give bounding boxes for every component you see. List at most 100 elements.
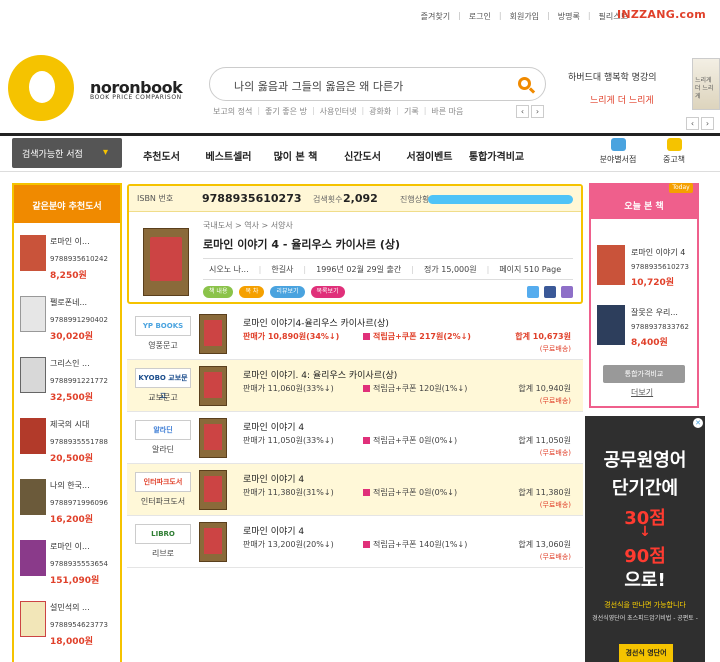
table-row[interactable]: 인터파크도서 인터파크도서 로마인 이야기 4 판매가 11,380원(31%↓… [127, 464, 583, 516]
book-thumbnail[interactable] [20, 235, 46, 271]
nav-new-books[interactable]: 신간도서 [329, 148, 396, 163]
tag-toc[interactable]: 목 차 [239, 286, 265, 298]
share-icon[interactable] [561, 286, 573, 298]
left-panel-title: 같은분야 추천도서 [14, 185, 120, 223]
table-row[interactable]: LIBRO 리브로 로마인 이야기 4 판매가 13,200원(20%↓) 적립… [127, 516, 583, 568]
keyword-item[interactable]: 바른 마음 [431, 106, 463, 117]
keyword-item[interactable]: 기록 [404, 106, 419, 117]
store-logo[interactable]: LIBRO [135, 524, 191, 544]
chevron-left-icon[interactable]: ‹ [516, 105, 529, 118]
book-thumbnail[interactable] [20, 418, 46, 454]
table-row[interactable]: KYOBO 교보문고 교보문고 로마인 이야기. 4: 율리우스 카이사르(상)… [127, 360, 583, 412]
link-signup[interactable]: 회원가입 [508, 11, 541, 22]
book-thumbnail[interactable] [597, 305, 625, 345]
store-name[interactable]: 알라딘 [135, 444, 191, 455]
chevron-down-icon: ▾ [102, 147, 108, 158]
share-buttons [527, 286, 573, 298]
keyword-item[interactable]: 좋기 좋은 방 [265, 106, 307, 117]
book-thumbnail[interactable] [199, 314, 227, 354]
offer-title[interactable]: 로마인 이야기 4 [243, 472, 304, 485]
store-logo[interactable]: 인터파크도서 [135, 472, 191, 492]
isbn-label: ISBN 번호 [137, 194, 174, 203]
chevron-right-icon[interactable]: › [701, 117, 714, 130]
search-value: 나의 옳음과 그들의 옳음은 왜 다른가 [234, 80, 404, 93]
nav-price-compare[interactable]: 통합가격비교 [463, 148, 530, 163]
list-item[interactable]: 제국의 시대 9788935551788 20,500원 [20, 416, 120, 476]
book-thumbnail[interactable] [199, 418, 227, 458]
keyword-arrows: ‹ › [516, 105, 544, 118]
list-item[interactable]: 로마인 이... 9788935553654 151,090원 [20, 538, 120, 598]
list-item[interactable]: 로마인 이야기 4 9788935610273 10,720원 [597, 243, 697, 301]
nav-store-events[interactable]: 서점이벤트 [396, 148, 463, 163]
store-logo[interactable]: KYOBO 교보문고 [135, 368, 191, 400]
nav-recommended[interactable]: 추천도서 [128, 148, 195, 163]
list-item[interactable]: 펠로폰네... 9788991290402 30,020원 [20, 294, 120, 354]
offer-points: 적립금+쿠폰 0원(0%↓) [363, 435, 457, 446]
promo-line1[interactable]: 하버드대 행복학 명강의 [568, 70, 657, 83]
store-select[interactable]: 검색가능한 서점 ▾ [12, 138, 122, 168]
store-name[interactable]: 영풍문고 [135, 340, 191, 351]
ad-close-icon[interactable]: ✕ [693, 418, 703, 428]
nav-used-books[interactable]: 중고책 [654, 138, 694, 165]
book-list-price: 정가 15,000원 [423, 264, 477, 274]
list-item[interactable]: 설민석의 ... 9788954623773 18,000원 [20, 599, 120, 659]
book-thumbnail[interactable] [20, 540, 46, 576]
offer-title[interactable]: 로마인 이야기 4 [243, 420, 304, 433]
promo-book-image[interactable]: 느리게 더 느리게 [692, 58, 720, 110]
table-row[interactable]: YP BOOKS 영풍문고 로마인 이야기4-율리우스 카이사르(상) 판매가 … [127, 308, 583, 360]
keyword-item[interactable]: 사용인터넷 [320, 106, 357, 117]
progress-label: 진행상황 [400, 195, 430, 204]
compare-button[interactable]: 통합가격비교 [603, 365, 685, 383]
search-input[interactable]: 나의 옳음과 그들의 옳음은 왜 다른가 [209, 67, 546, 101]
link-login[interactable]: 로그인 [467, 11, 493, 22]
ad-banner[interactable]: ✕ 공무원영어 단기간에 30점 ↓ 90점 으로! 경선식을 만나면 가능합니… [585, 416, 705, 662]
chevron-right-icon[interactable]: › [531, 105, 544, 118]
book-thumbnail[interactable] [199, 470, 227, 510]
tag-reviews[interactable]: 리뷰보기 [270, 286, 305, 298]
book-thumbnail[interactable] [199, 522, 227, 562]
store-name[interactable]: 인터파크도서 [135, 496, 191, 507]
offer-points: 적립금+쿠폰 140원(1%↓) [363, 539, 467, 550]
offer-title[interactable]: 로마인 이야기4-율리우스 카이사르(상) [243, 316, 389, 329]
list-item[interactable]: 그리스인 ... 9788991221772 32,500원 [20, 355, 120, 415]
nav-category-stores[interactable]: 분야별서점 [598, 138, 638, 165]
store-name[interactable]: 교보문고 [135, 392, 191, 403]
keyword-item[interactable]: 광화화 [369, 106, 391, 117]
nav-most-viewed[interactable]: 많이 본 책 [262, 148, 329, 163]
nav-bestseller[interactable]: 베스트셀러 [195, 148, 262, 163]
book-thumbnail[interactable] [20, 601, 46, 637]
book-thumbnail[interactable] [597, 245, 625, 285]
tag-content[interactable]: 책 내용 [203, 286, 234, 298]
book-thumbnail[interactable] [20, 357, 46, 393]
list-item[interactable]: 나의 한국... 9788971996096 16,200원 [20, 477, 120, 537]
store-name[interactable]: 리브로 [135, 548, 191, 559]
list-item[interactable]: 로마인 이... 9788935610242 8,250원 [20, 233, 120, 293]
offer-shipping: (무료배송) [539, 397, 571, 405]
store-logo[interactable]: 알라딘 [135, 420, 191, 440]
book-thumbnail[interactable] [20, 296, 46, 332]
book-cover[interactable] [143, 228, 189, 296]
main-nav: 추천도서 베스트셀러 많이 본 책 신간도서 서점이벤트 통합가격비교 [128, 148, 530, 163]
twitter-icon[interactable] [527, 286, 539, 298]
search-icon[interactable] [518, 77, 531, 90]
facebook-icon[interactable] [544, 286, 556, 298]
store-logo[interactable]: YP BOOKS [135, 316, 191, 336]
ad-small-text: 경선식영단어 초스피드암기비법 - 공편토 - [592, 615, 698, 622]
offer-title[interactable]: 로마인 이야기 4 [243, 524, 304, 537]
book-publisher: 한길사 [271, 264, 294, 274]
keyword-item[interactable]: 보고의 정석 [213, 106, 252, 117]
offer-title[interactable]: 로마인 이야기. 4: 율리우스 카이사르(상) [243, 368, 397, 381]
offer-points: 적립금+쿠폰 217원(2%↓) [363, 331, 471, 342]
book-thumbnail[interactable] [20, 479, 46, 515]
chevron-left-icon[interactable]: ‹ [686, 117, 699, 130]
book-thumbnail[interactable] [199, 366, 227, 406]
logo-icon[interactable] [8, 55, 74, 121]
list-item[interactable]: 잘못은 우리... 9788937833762 8,400원 [597, 303, 697, 361]
link-guestbook[interactable]: 방명록 [556, 11, 582, 22]
tag-list[interactable]: 목록보기 [310, 286, 345, 298]
table-row[interactable]: 알라딘 알라딘 로마인 이야기 4 판매가 11,050원(33%↓) 적립금+… [127, 412, 583, 464]
link-favorite[interactable]: 즐겨찾기 [419, 11, 452, 22]
more-link[interactable]: 더보기 [631, 387, 653, 398]
promo-line2[interactable]: 느리게 더 느리게 [590, 93, 654, 106]
site-brand[interactable]: INZZANG.com [617, 8, 706, 21]
